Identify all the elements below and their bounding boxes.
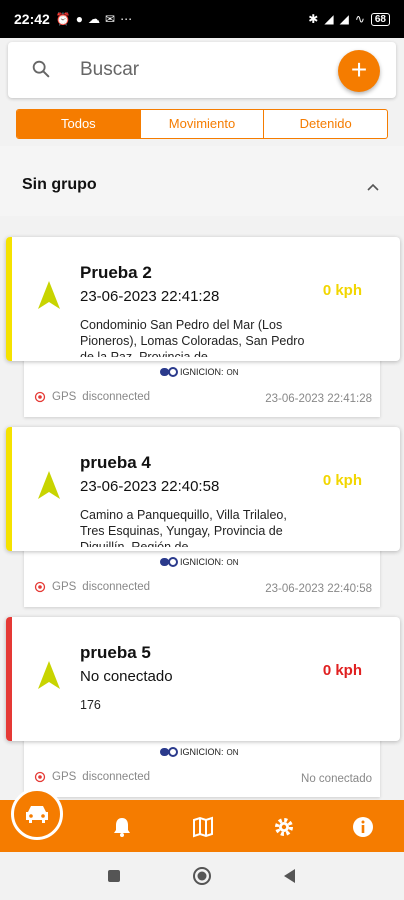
system-nav-bar [0,852,404,900]
messenger-icon: ● [75,12,84,26]
tab-movimiento[interactable]: Movimiento [139,110,264,138]
alarm-icon: ⏰ [55,12,71,26]
gps-label: GPS [52,391,77,403]
gps-icon [34,391,46,403]
gear-icon[interactable] [273,816,295,838]
ignition-label: IGNICION: [180,557,224,567]
bottom-nav [0,788,404,852]
info-icon[interactable] [352,816,374,838]
ignition-label: IGNICION: [180,747,224,757]
battery-level: 68 [374,13,386,25]
ignition-icon [160,367,178,377]
navigation-arrow-icon [38,471,60,499]
back-button[interactable] [280,866,300,886]
gps-label: GPS [52,771,77,783]
gps-status: GPS disconnected [34,391,150,403]
navigation-arrow-icon [38,661,60,689]
ignition-icon [160,747,178,757]
gps-status: GPS disconnected [34,581,150,593]
vehicle-name: Prueba 2 [80,263,152,282]
search-icon[interactable] [30,58,52,80]
vehicle-speed: 0 kph [322,282,362,299]
vehicle-address: 176 [80,698,101,712]
ignition-value: ON [226,367,239,377]
vehicle-name: prueba 4 [80,453,151,472]
ignition-status: IGNICION: ON [160,747,239,757]
nav-vehicles-button[interactable] [11,788,63,840]
status-bar-indicator [6,427,12,551]
signal-icon: ◢ [324,12,334,26]
gps-label: GPS [52,581,77,593]
group-title: Sin grupo [22,176,97,193]
status-bar: 22:42 ⏰ ● ☁ ✉ ⋯ ✱ ◢ ◢ ∿ 68 [0,0,404,38]
vehicle-info-panel: IGNICION: ON GPS disconnected No conecta… [24,737,380,797]
vehicle-card[interactable]: prueba 5 No conectado 176 0 kph [6,617,400,741]
search-bar: + [8,42,396,98]
map-icon[interactable] [192,816,214,838]
vehicle-card[interactable]: Prueba 2 23-06-2023 22:41:28 Condominio … [6,237,400,361]
gps-status-text: disconnected [82,771,151,783]
vehicle-name: prueba 5 [80,643,151,662]
vehicle-card[interactable]: prueba 4 23-06-2023 22:40:58 Camino a Pa… [6,427,400,551]
more-icon: ⋯ [120,12,133,26]
vehicle-date: 23-06-2023 22:41:28 [80,288,220,305]
last-update: No conectado [301,773,372,785]
navigation-arrow-icon [38,281,60,309]
vehicle-address: Camino a Panquequillo, Villa Trilaleo, T… [80,508,287,547]
ignition-label: IGNICION: [180,367,224,377]
ignition-value: ON [226,557,239,567]
filter-tabs: Todos Movimiento Detenido [16,109,388,139]
vehicle-info-panel: IGNICION: ON GPS disconnected 23-06-2023… [24,357,380,417]
gps-icon [34,581,46,593]
group-header[interactable]: Sin grupo [0,146,404,216]
battery-icon: 68 [370,12,390,26]
home-button[interactable] [192,866,212,886]
ignition-value: ON [226,747,239,757]
last-update: 23-06-2023 22:41:28 [265,393,372,405]
signal-icon: ◢ [339,12,349,26]
gps-status: GPS disconnected [34,771,150,783]
vehicle-speed: 0 kph [322,472,362,489]
gps-icon [34,771,46,783]
bluetooth-icon: ✱ [308,12,319,26]
bell-icon[interactable] [111,816,133,838]
recents-button[interactable] [104,866,124,886]
gps-status-text: disconnected [82,581,151,593]
mail-icon: ✉ [105,12,116,26]
vehicle-date: No conectado [80,668,173,685]
search-input[interactable] [80,56,320,84]
status-time: 22:42 [14,11,50,27]
gps-status-text: disconnected [82,391,151,403]
ignition-status: IGNICION: ON [160,557,239,567]
vehicle-address: Condominio San Pedro del Mar (Los Pioner… [80,318,305,357]
vehicle-date: 23-06-2023 22:40:58 [80,478,220,495]
status-bar-indicator [6,237,12,361]
wifi-icon: ∿ [354,12,365,26]
ignition-status: IGNICION: ON [160,367,239,377]
vehicle-info-panel: IGNICION: ON GPS disconnected 23-06-2023… [24,547,380,607]
add-button[interactable]: + [338,50,380,92]
vehicle-speed: 0 kph [322,662,362,679]
chevron-up-icon[interactable] [366,180,380,194]
ignition-icon [160,557,178,567]
tab-detenido[interactable]: Detenido [263,110,387,138]
status-bar-indicator [6,617,12,741]
cloud-icon: ☁ [88,12,101,26]
last-update: 23-06-2023 22:40:58 [265,583,372,595]
car-icon [26,806,48,823]
tab-todos[interactable]: Todos [17,110,140,138]
